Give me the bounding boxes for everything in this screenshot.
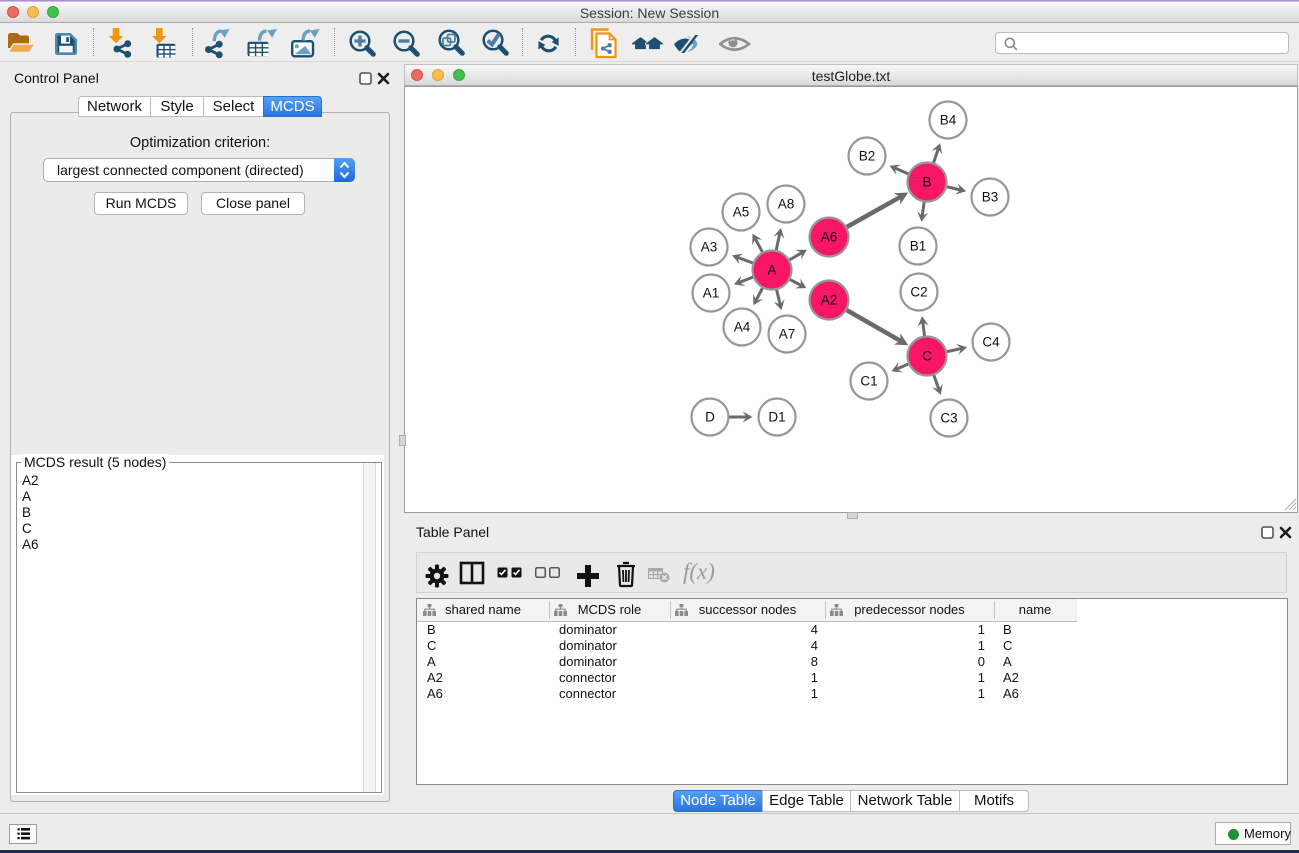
svg-text:B3: B3 (982, 190, 999, 205)
svg-text:A1: A1 (703, 286, 720, 301)
svg-text:B: B (922, 175, 931, 190)
svg-text:A5: A5 (733, 205, 750, 220)
svg-text:A: A (767, 263, 776, 278)
svg-text:A6: A6 (821, 230, 838, 245)
svg-text:C1: C1 (860, 374, 877, 389)
svg-text:B2: B2 (859, 149, 876, 164)
svg-text:D1: D1 (768, 410, 785, 425)
svg-text:A3: A3 (701, 240, 718, 255)
svg-text:B4: B4 (940, 113, 957, 128)
svg-text:B1: B1 (910, 239, 927, 254)
svg-text:A4: A4 (734, 320, 751, 335)
svg-text:C3: C3 (940, 411, 957, 426)
svg-text:C: C (922, 349, 932, 364)
svg-text:C2: C2 (910, 285, 927, 300)
svg-text:A2: A2 (821, 293, 838, 308)
svg-text:C4: C4 (982, 335, 1000, 350)
svg-text:A7: A7 (779, 327, 796, 342)
svg-text:D: D (705, 410, 715, 425)
svg-text:A8: A8 (778, 197, 795, 212)
